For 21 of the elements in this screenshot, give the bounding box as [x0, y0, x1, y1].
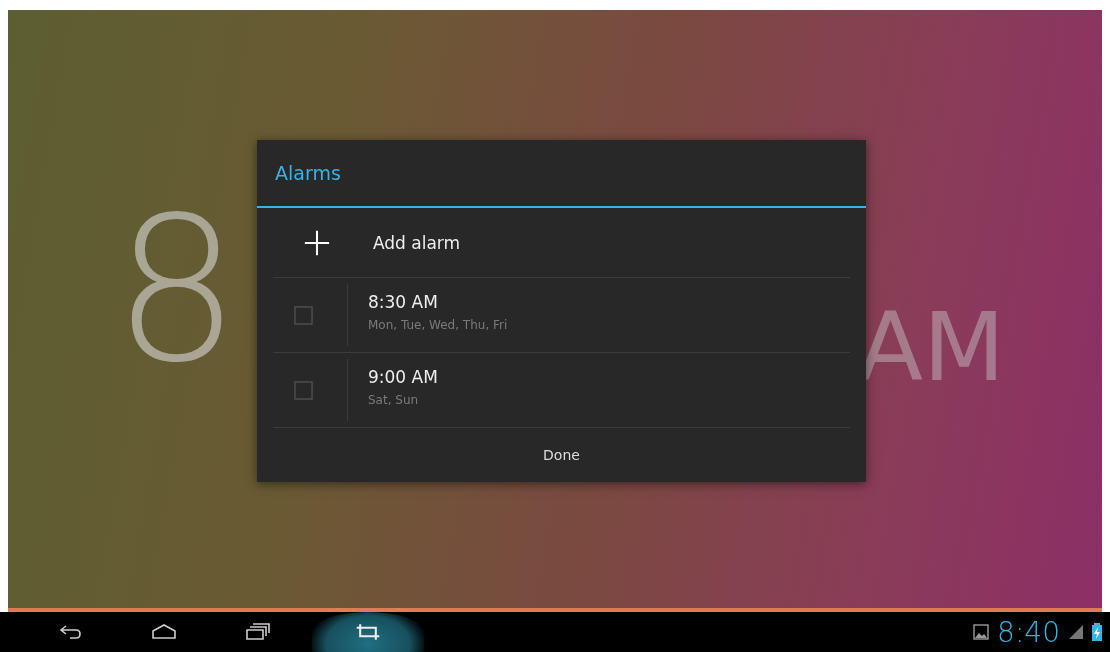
plus-icon [303, 228, 331, 257]
alarm-days: Mon, Tue, Wed, Thu, Fri [368, 318, 508, 332]
alarm-time[interactable]: 9:00 AM [368, 367, 438, 387]
checkbox[interactable] [293, 380, 313, 400]
dialog-title: Alarms [257, 140, 866, 208]
crop-icon [355, 622, 381, 642]
alarm-time[interactable]: 8:30 AM [368, 292, 508, 312]
home-icon [151, 622, 177, 642]
picture-icon [973, 624, 990, 640]
signal-icon [1068, 624, 1084, 640]
battery-charging-icon [1092, 623, 1102, 641]
nav-button[interactable] [312, 612, 424, 652]
clock-hour: 8 [113, 190, 241, 390]
clock-suffix: AM [858, 300, 1005, 395]
add-alarm-item[interactable]: Add alarm [273, 208, 850, 278]
done-button[interactable]: Done [257, 428, 866, 482]
checkbox[interactable] [293, 305, 313, 325]
recents-icon [245, 622, 271, 642]
alarm-days: Sat, Sun [368, 393, 438, 407]
back-icon [57, 622, 83, 642]
status-time: 8:40 [997, 615, 1060, 649]
